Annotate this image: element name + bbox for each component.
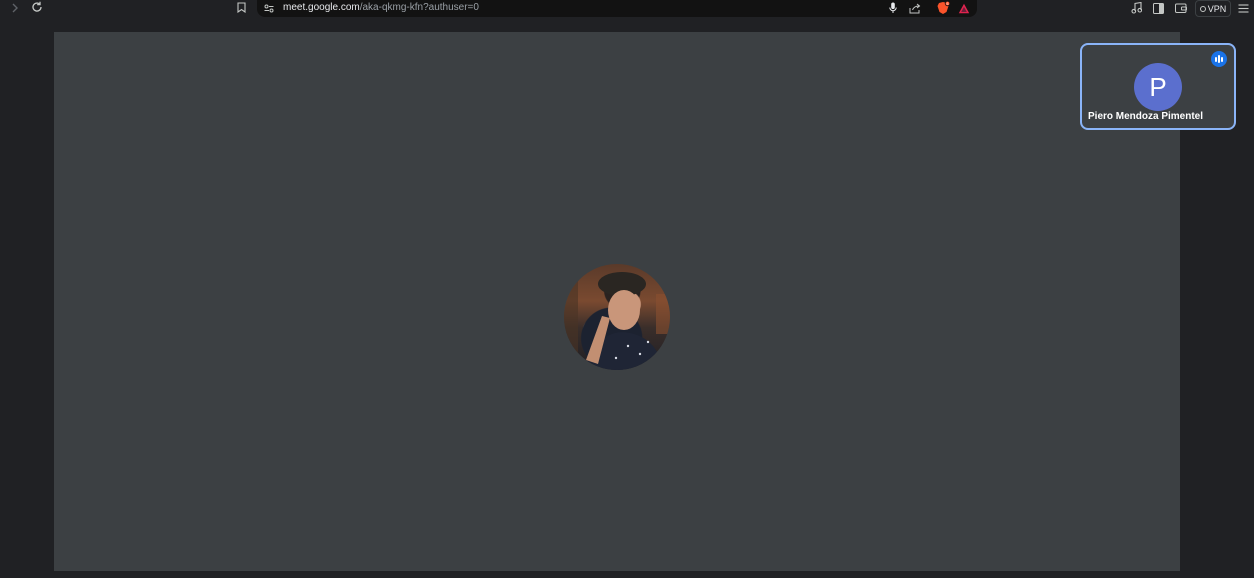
svg-text:6: 6 [947, 2, 949, 6]
brave-rewards-icon[interactable] [957, 1, 971, 15]
media-icon[interactable] [1129, 1, 1143, 15]
avatar: P [1134, 63, 1182, 111]
sidebar-icon[interactable] [1151, 1, 1165, 15]
self-video-tile[interactable]: P Piero Mendoza Pimentel [1080, 43, 1236, 130]
address-bar[interactable]: meet.google.com/aka-qkmg-kfn?authuser=0 … [257, 0, 977, 17]
microphone-icon[interactable] [887, 1, 899, 15]
vpn-button[interactable]: VPN [1195, 0, 1231, 17]
forward-icon[interactable] [8, 1, 22, 15]
vpn-label: VPN [1207, 3, 1227, 14]
vpn-status-icon [1199, 5, 1206, 12]
site-settings-icon[interactable] [263, 2, 275, 14]
url-text[interactable]: meet.google.com/aka-qkmg-kfn?authuser=0 [283, 1, 479, 15]
reload-icon[interactable] [30, 0, 44, 14]
brave-shields-icon[interactable]: 6 [935, 0, 951, 16]
menu-icon[interactable] [1236, 1, 1250, 15]
participant-profile-photo [564, 264, 670, 370]
participant-name: Piero Mendoza Pimentel [1088, 111, 1204, 122]
wallet-icon[interactable] [1174, 1, 1188, 15]
browser-toolbar: meet.google.com/aka-qkmg-kfn?authuser=0 … [0, 0, 1254, 20]
speaking-indicator-icon [1211, 51, 1227, 67]
bookmark-icon[interactable] [235, 1, 247, 14]
share-icon[interactable] [908, 1, 922, 15]
url-path: /aka-qkmg-kfn?authuser=0 [359, 2, 479, 13]
url-host: meet.google.com [283, 2, 360, 13]
